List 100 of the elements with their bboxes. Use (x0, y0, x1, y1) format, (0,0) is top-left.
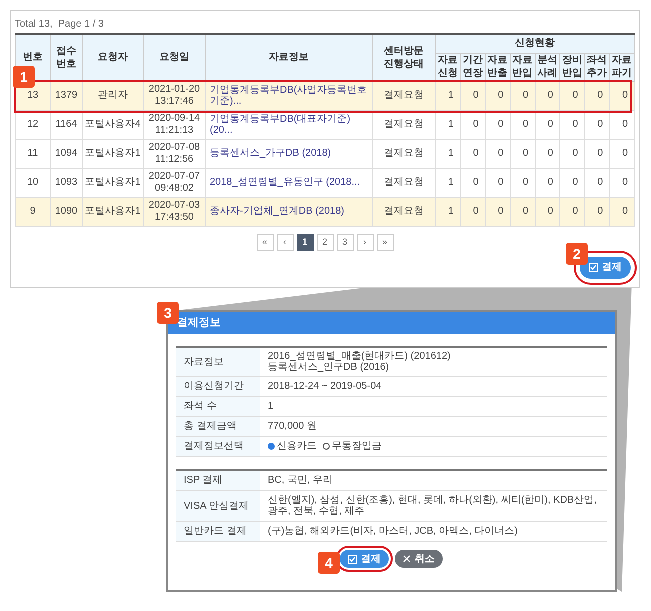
row-value: (구)농협, 해외카드(비자, 마스터, JCB, 아멕스, 다이너스) (267, 525, 519, 539)
table-cell: 결제요청 (372, 81, 436, 110)
row-value: 2018-12-24 ~ 2019-05-04 (267, 380, 383, 394)
table-cell: 0 (560, 110, 585, 139)
table-cell: 1093 (50, 168, 82, 197)
row-label: 이용신청기간 (176, 377, 260, 396)
table-cell: 0 (535, 139, 560, 168)
page-button[interactable]: » (376, 234, 394, 250)
table-cell: 1 (436, 110, 460, 139)
group-header: 신청현황 (436, 34, 634, 53)
table-cell: 1094 (50, 139, 82, 168)
table-cell: 0 (560, 81, 585, 110)
table-cell: 0 (485, 139, 510, 168)
table-cell: 9 (16, 197, 50, 226)
table-cell: 0 (535, 168, 560, 197)
table-row[interactable]: 13 1379 관리자 2021-01-20 13:17:46 기업통계등록부DB(사업자등록번호기준)... 결제요청 1 0 0 0 0 0 0 0 (16, 81, 634, 110)
step-badge: 4 (318, 552, 340, 574)
column-header: 요청자 (82, 34, 144, 81)
page-button[interactable]: 3 (336, 234, 354, 250)
column-header: 자료정보 (206, 34, 372, 81)
table-cell: 0 (510, 168, 535, 197)
table-cell: 0 (460, 81, 486, 110)
cancel-button[interactable]: 취소 (395, 550, 443, 568)
table-cell: 2020-07-03 17:43:50 (144, 197, 206, 226)
table-cell: 결제요청 (372, 168, 436, 197)
table-cell: 1164 (50, 110, 82, 139)
row-value: 신한(엘지), 삼성, 신한(조흥), 현대, 롯데, 하나(외환), 씨티(한미), KDB산업, 광주, 전북, 수협, 제주 (267, 494, 598, 519)
checkbox-icon (589, 263, 598, 272)
table-cell: 0 (560, 168, 585, 197)
table-cell: 0 (584, 139, 610, 168)
table-cell: 1379 (50, 81, 82, 110)
table-cell: 0 (510, 197, 535, 226)
table-cell: 1 (436, 168, 460, 197)
table-cell: 포털사용자1 (82, 168, 144, 197)
table-cell: 0 (535, 110, 560, 139)
table-cell: 결제요청 (372, 110, 436, 139)
table-cell: 2020-09-14 11:21:13 (144, 110, 206, 139)
table-cell: 0 (460, 197, 486, 226)
table-cell: 결제요청 (372, 139, 436, 168)
checkbox-icon (348, 554, 357, 564)
table-cell: 2020-07-07 09:48:02 (144, 168, 206, 197)
table-cell: 포털사용자4 (82, 110, 144, 139)
table-cell: 0 (510, 110, 535, 139)
table-cell: 0 (610, 139, 634, 168)
table-cell: 0 (560, 197, 585, 226)
table-cell: 0 (584, 168, 610, 197)
table-cell: 포털사용자1 (82, 197, 144, 226)
table-cell: 0 (460, 168, 486, 197)
page-button[interactable]: 2 (316, 234, 334, 250)
table-cell: 0 (485, 81, 510, 110)
table-cell: 0 (460, 139, 486, 168)
radio-option[interactable]: 무통장입금 (323, 439, 382, 454)
step-badge: 2 (566, 243, 588, 265)
table-cell: 0 (584, 81, 610, 110)
table-cell: 2020-07-08 11:12:56 (144, 139, 206, 168)
column-header: 센터방문 진행상태 (372, 34, 436, 81)
close-icon (403, 555, 411, 563)
step-badge: 1 (13, 66, 35, 88)
column-header: 접수 번호 (50, 34, 82, 81)
table-cell: 0 (510, 139, 535, 168)
table-cell: 0 (485, 110, 510, 139)
row-label: 총 결제금액 (176, 417, 260, 436)
row-label: VISA 안심결제 (176, 491, 260, 521)
table-cell: 0 (610, 197, 634, 226)
table-cell: 1 (436, 139, 460, 168)
table-cell: 0 (510, 81, 535, 110)
total-summary: Total 13, Page 1 / 3 (15, 18, 105, 32)
row-label: 결제정보선택 (176, 437, 260, 456)
table-cell: 0 (485, 168, 510, 197)
page-button[interactable]: ‹ (276, 234, 294, 250)
row-value: BC, 국민, 우리 (267, 474, 334, 488)
row-value: 2016_성연령별_매출(현대카드) (201612) 등록센서스_인구DB (2016) (267, 350, 452, 375)
table-cell: 1 (436, 81, 460, 110)
table-cell: 10 (16, 168, 50, 197)
table-cell: 0 (610, 81, 634, 110)
table-cell: 0 (485, 197, 510, 226)
table-cell: 0 (610, 168, 634, 197)
table-cell: 2021-01-20 13:17:46 (144, 81, 206, 110)
column-header: 요청일 (144, 34, 206, 81)
table-cell: 0 (460, 110, 486, 139)
table-cell: 0 (610, 110, 634, 139)
row-label: 일반카드 결제 (176, 522, 260, 541)
table-cell: 0 (535, 81, 560, 110)
table-cell: 관리자 (82, 81, 144, 110)
row-value: 770,000 원 (267, 420, 318, 434)
row-label: 좌석 수 (176, 397, 260, 416)
table-cell: 0 (584, 110, 610, 139)
page-button[interactable]: 1 (296, 234, 314, 250)
row-label: 자료정보 (176, 348, 260, 376)
page-button[interactable]: « (256, 234, 274, 250)
table-cell: 0 (584, 197, 610, 226)
table-cell: 1 (436, 197, 460, 226)
table-cell: 0 (560, 139, 585, 168)
radio-option[interactable]: 신용카드 (268, 439, 317, 454)
table-cell: 11 (16, 139, 50, 168)
row-label: ISP 결제 (176, 471, 260, 490)
table-cell: 12 (16, 110, 50, 139)
table-cell: 포털사용자1 (82, 139, 144, 168)
table-cell: 0 (535, 197, 560, 226)
page-button[interactable]: › (356, 234, 374, 250)
